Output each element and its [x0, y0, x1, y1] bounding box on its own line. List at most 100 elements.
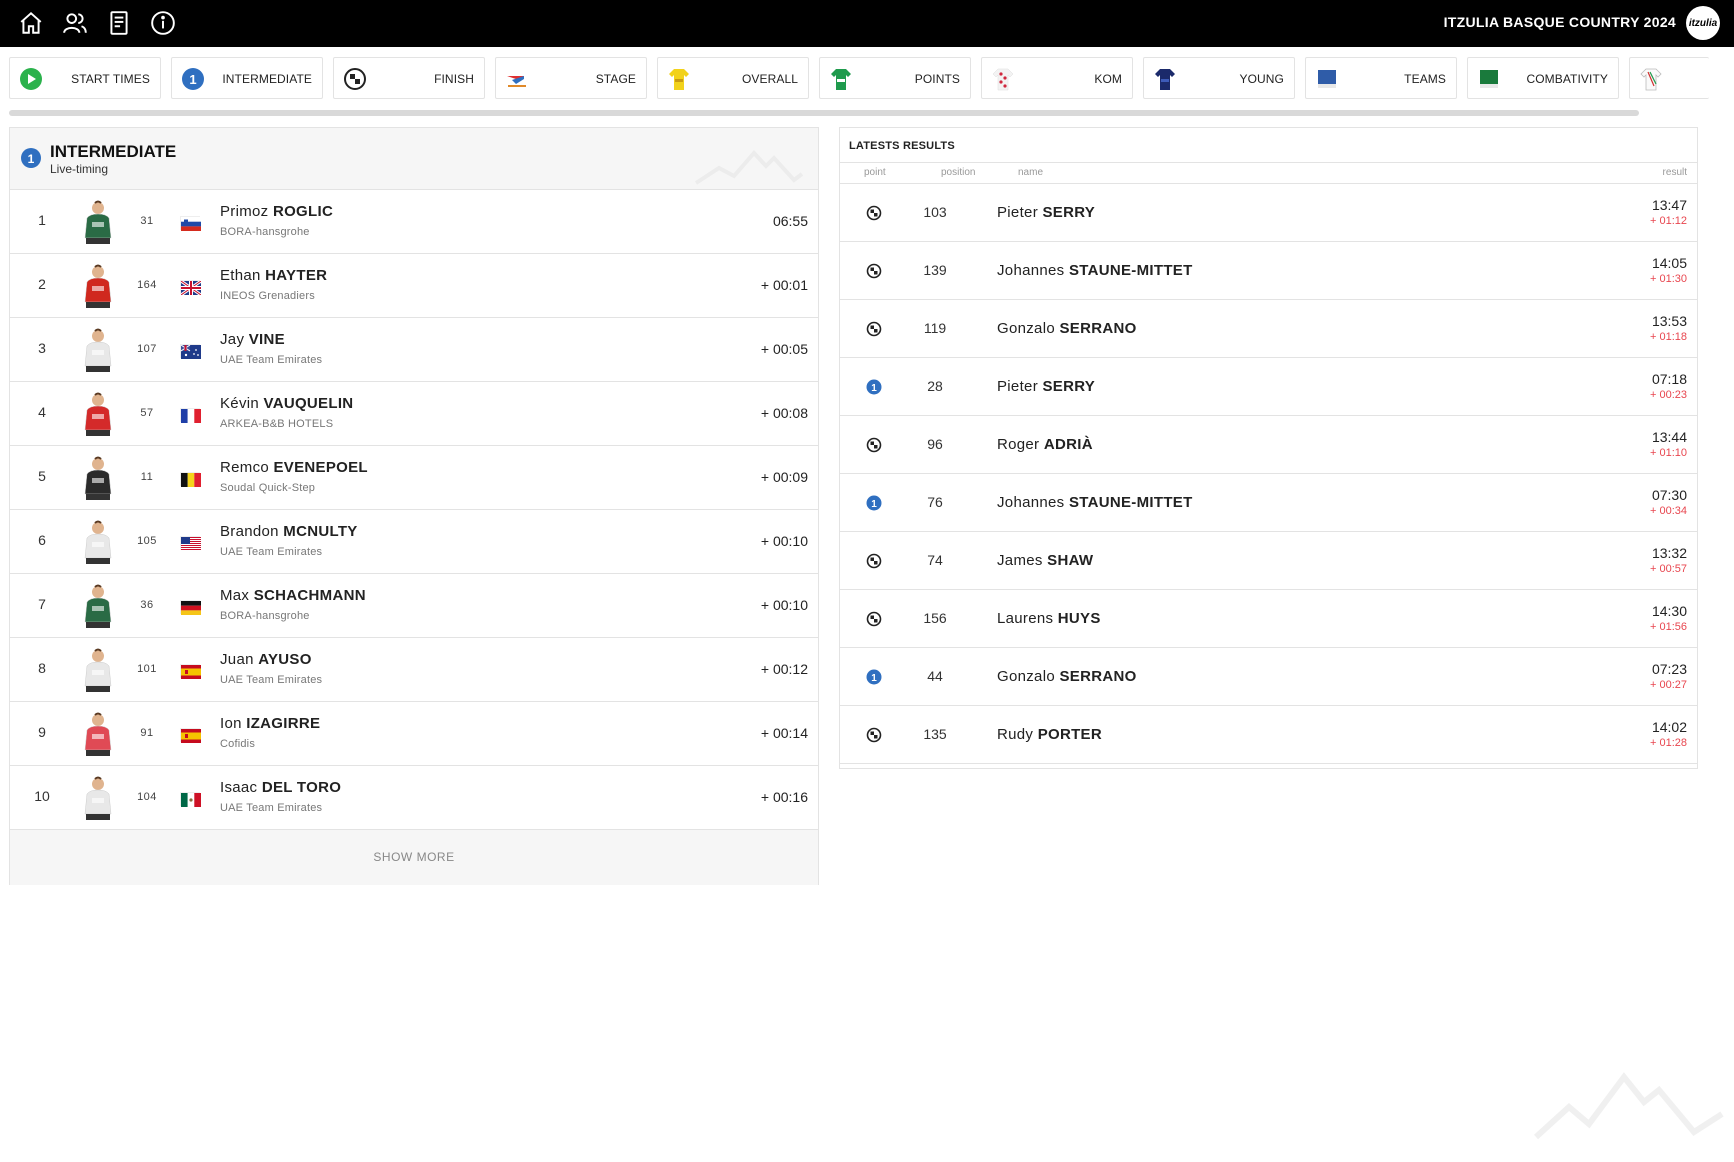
table-row[interactable]: 9 91 Ion IZAGIRRE Cofidis + 00:14 — [10, 702, 818, 766]
tab-points[interactable]: POINTS — [819, 57, 971, 99]
tab-finish[interactable]: FINISH — [333, 57, 485, 99]
home-icon[interactable] — [18, 10, 44, 36]
info-icon[interactable] — [150, 10, 176, 36]
rider-first-name: Max — [220, 587, 250, 604]
rider-photo[interactable] — [78, 198, 118, 246]
result-position: 135 — [923, 726, 947, 742]
list-item[interactable]: 1 28 Pieter SERRY 07:18 + 00:23 — [840, 358, 1697, 416]
table-row[interactable]: 7 36 Max SCHACHMANN BORA-hansgrohe + 00:10 — [10, 574, 818, 638]
rider-name[interactable]: Roger ADRIÀ — [997, 436, 1093, 453]
rider-photo[interactable] — [78, 710, 118, 758]
tab-teams[interactable]: TEAMS — [1305, 57, 1457, 99]
rider-first-name: Juan — [220, 651, 254, 668]
rider-name[interactable]: Primoz ROGLIC — [220, 203, 333, 220]
rider-name[interactable]: Juan AYUSO — [220, 651, 312, 668]
team-name: UAE Team Emirates — [220, 354, 323, 366]
rider-photo[interactable] — [78, 774, 118, 822]
table-row[interactable]: 10 104 Isaac DEL TORO UAE Team Emirates + 00… — [10, 766, 818, 830]
show-more-button[interactable]: SHOW MORE — [10, 830, 818, 885]
rider-name[interactable]: James SHAW — [997, 552, 1093, 569]
result-time: 13:47 — [1651, 197, 1687, 213]
rider-name[interactable]: Ion IZAGIRRE — [220, 715, 320, 732]
rider-name[interactable]: Remco EVENEPOEL — [220, 459, 368, 476]
rider-name[interactable]: Brandon MCNULTY — [220, 523, 358, 540]
rank: 3 — [38, 340, 46, 356]
list-item[interactable]: 1 76 Johannes STAUNE-MITTET 07:30 + 00:34 — [840, 474, 1697, 532]
svg-text:1: 1 — [189, 72, 196, 87]
split-time: + 00:05 — [760, 341, 808, 357]
event-logo[interactable]: itzulia — [1686, 6, 1720, 40]
rider-name[interactable]: Gonzalo SERRANO — [997, 668, 1137, 685]
svg-text:1: 1 — [871, 673, 877, 684]
tab-stage[interactable]: STAGE — [495, 57, 647, 99]
tabs-scrollbar[interactable] — [9, 110, 1639, 116]
yellow-jersey-icon — [666, 66, 692, 92]
rider-name[interactable]: Ethan HAYTER — [220, 267, 327, 284]
table-row[interactable]: 3 107 Jay VINE UAE Team Emirates + 00:05 — [10, 318, 818, 382]
users-icon[interactable] — [62, 10, 88, 36]
play-icon — [18, 66, 44, 92]
table-row[interactable]: 4 57 Kévin VAUQUELIN ARKEA-B&B HOTELS + 00:0… — [10, 382, 818, 446]
rider-last-name: AYUSO — [258, 651, 312, 668]
rider-last-name: STAUNE-MITTET — [1068, 262, 1193, 279]
list-item[interactable]: 1 44 Gonzalo SERRANO 07:23 + 00:27 — [840, 648, 1697, 706]
rider-photo[interactable] — [78, 518, 118, 566]
table-row[interactable]: 8 101 Juan AYUSO UAE Team Emirates + 00:12 — [10, 638, 818, 702]
table-row[interactable]: 6 105 Brandon MCNULTY UAE Team Emirates + 00… — [10, 510, 818, 574]
rider-first-name: Johannes — [997, 494, 1065, 511]
rider-first-name: Laurens — [997, 610, 1054, 627]
split-time: + 00:14 — [760, 725, 808, 741]
rider-name[interactable]: Johannes STAUNE-MITTET — [997, 262, 1193, 279]
rider-name[interactable]: Isaac DEL TORO — [220, 779, 341, 796]
rider-photo[interactable] — [78, 326, 118, 374]
list-item[interactable]: 74 James SHAW 13:32 + 00:57 — [840, 532, 1697, 590]
team-name: Cofidis — [220, 738, 256, 750]
list-item[interactable]: 96 Roger ADRIÀ 13:44 + 01:10 — [840, 416, 1697, 474]
rider-name[interactable]: Laurens HUYS — [997, 610, 1101, 627]
rider-last-name: VINE — [248, 331, 285, 348]
rider-photo[interactable] — [78, 390, 118, 438]
table-row[interactable]: 2 164 Ethan HAYTER INEOS Grenadiers + 00:01 — [10, 254, 818, 318]
tab-start-times[interactable]: START TIMES — [9, 57, 161, 99]
split-time: + 00:10 — [760, 597, 808, 613]
document-icon[interactable] — [106, 10, 132, 36]
rider-name[interactable]: Rudy PORTER — [997, 726, 1102, 743]
rider-name[interactable]: Pieter SERRY — [997, 378, 1095, 395]
rider-last-name: SERRANO — [1059, 668, 1137, 685]
tab-combativity[interactable]: COMBATIVITY — [1467, 57, 1619, 99]
tab-intermediate[interactable]: 1 INTERMEDIATE — [171, 57, 323, 99]
tab-kom[interactable]: KOM — [981, 57, 1133, 99]
rider-photo[interactable] — [78, 262, 118, 310]
green-jersey-icon — [828, 66, 854, 92]
result-gap: + 01:10 — [1649, 447, 1687, 459]
rider-name[interactable]: Jay VINE — [220, 331, 285, 348]
rider-photo[interactable] — [78, 454, 118, 502]
tab-more[interactable] — [1629, 57, 1709, 99]
rider-last-name: DEL TORO — [261, 779, 342, 796]
polka-dot-jersey-icon — [990, 66, 1016, 92]
list-item[interactable]: 103 Pieter SERRY 13:47 + 01:12 — [840, 184, 1697, 242]
list-item[interactable]: 156 Laurens HUYS 14:30 + 01:56 — [840, 590, 1697, 648]
list-item[interactable]: 135 Rudy PORTER 14:02 + 01:28 — [840, 706, 1697, 764]
rider-name[interactable]: Pieter SERRY — [997, 204, 1095, 221]
list-item[interactable]: 119 Gonzalo SERRANO 13:53 + 01:18 — [840, 300, 1697, 358]
latest-results-list: 103 Pieter SERRY 13:47 + 01:12 139 Johannes … — [840, 184, 1697, 764]
result-gap: + 01:30 — [1649, 273, 1687, 285]
rider-photo[interactable] — [78, 582, 118, 630]
tab-young[interactable]: YOUNG — [1143, 57, 1295, 99]
tab-overall[interactable]: OVERALL — [657, 57, 809, 99]
rider-name[interactable]: Gonzalo SERRANO — [997, 320, 1137, 337]
team-name: UAE Team Emirates — [220, 802, 323, 814]
rider-name[interactable]: Johannes STAUNE-MITTET — [997, 494, 1193, 511]
rider-photo[interactable] — [78, 646, 118, 694]
list-item[interactable]: 139 Johannes STAUNE-MITTET 14:05 + 01:30 — [840, 242, 1697, 300]
country-flag-icon — [180, 728, 201, 743]
table-row[interactable]: 5 11 Remco EVENEPOEL Soudal Quick-Step + 00:… — [10, 446, 818, 510]
result-position: 103 — [923, 204, 947, 220]
rank: 9 — [38, 724, 46, 740]
rider-name[interactable]: Max SCHACHMANN — [220, 587, 366, 604]
result-time: 14:05 — [1651, 255, 1687, 271]
result-time: 07:18 — [1651, 371, 1687, 387]
rider-name[interactable]: Kévin VAUQUELIN — [220, 395, 353, 412]
table-row[interactable]: 1 31 Primoz ROGLIC BORA-hansgrohe 06:55 — [10, 190, 818, 254]
